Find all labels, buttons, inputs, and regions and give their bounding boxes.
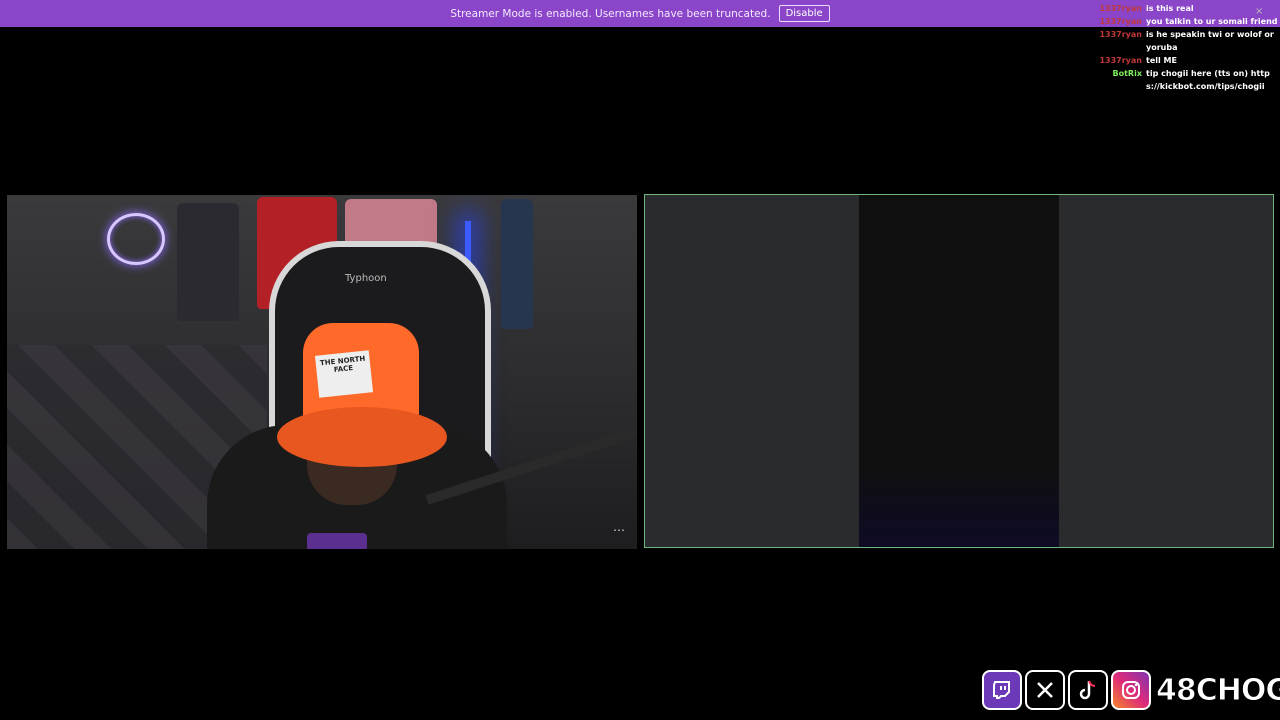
chat-text: tell ME [1146, 56, 1177, 65]
chat-text: tip chogii here (tts on) https://kickbot… [1146, 69, 1270, 91]
hat-logo: THE NORTH FACE [314, 350, 374, 398]
chat-username: 1337ryan [1099, 30, 1142, 39]
microphone [307, 533, 367, 549]
chair-brand-label: Typhoon [345, 273, 387, 284]
disable-streamer-mode-button[interactable]: Disable [778, 5, 830, 22]
streamer-mode-message: Streamer Mode is enabled. Usernames have… [450, 7, 771, 20]
chat-message: 1337ryan is he speakin twi or wolof or y… [1098, 28, 1278, 54]
jersey [501, 199, 533, 329]
screen-share-panel[interactable] [644, 194, 1274, 548]
chat-text: is he speakin twi or wolof or yoruba [1146, 30, 1274, 52]
tiktok-icon [1068, 670, 1108, 710]
chat-username: 1337ryan [1099, 4, 1142, 13]
channel-handle: 48CHOGII [1155, 672, 1280, 708]
shared-window [859, 195, 1059, 547]
x-icon [1025, 670, 1065, 710]
more-options-icon[interactable]: ⋯ [613, 523, 625, 537]
chat-message: 1337ryan you talkin to ur somali friend [1098, 15, 1278, 28]
instagram-icon [1111, 670, 1151, 710]
bucket-hat-brim [277, 407, 447, 467]
chat-overlay: 1337ryan is this real 1337ryan you talki… [1098, 2, 1278, 93]
twitch-icon [982, 670, 1022, 710]
jersey [177, 203, 239, 321]
webcam-panel: Typhoon THE NORTH FACE ⋯ [7, 195, 637, 549]
chat-message: BotRix tip chogii here (tts on) https://… [1098, 67, 1278, 93]
chat-username: 1337ryan [1099, 56, 1142, 65]
streamer-mode-banner: Streamer Mode is enabled. Usernames have… [0, 0, 1280, 27]
chat-message: 1337ryan is this real [1098, 2, 1278, 15]
neon-sign [107, 213, 165, 265]
stream-page: Streamer Mode is enabled. Usernames have… [0, 0, 1280, 720]
chat-message: 1337ryan tell ME [1098, 54, 1278, 67]
chat-username: BotRix [1112, 69, 1142, 78]
social-bar: 48CHOGII [982, 670, 1280, 710]
chat-username: 1337ryan [1099, 17, 1142, 26]
close-icon[interactable]: × [1255, 6, 1263, 17]
